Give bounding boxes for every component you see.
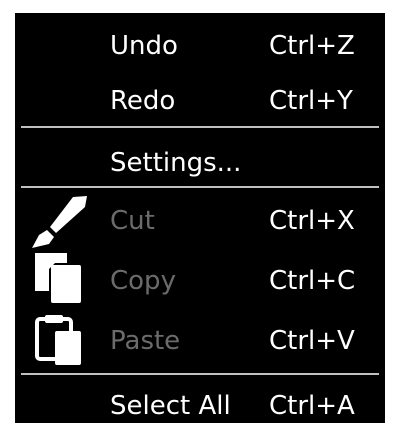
menu-item-undo[interactable]: Undo Ctrl+Z — [15, 18, 385, 74]
menu-item-label: Settings... — [110, 148, 242, 178]
menu-item-shortcut: Ctrl+C — [269, 266, 356, 296]
menu-item-shortcut: Ctrl+Z — [269, 31, 355, 61]
menu-item-shortcut: Ctrl+V — [269, 326, 355, 356]
copy-icon — [27, 253, 97, 309]
menu-item-shortcut: Ctrl+Y — [269, 86, 353, 116]
context-menu: Undo Ctrl+Z Redo Ctrl+Y Settings... Cut … — [15, 13, 385, 423]
clipboard-icon — [27, 313, 97, 369]
menu-item-shortcut: Ctrl+A — [269, 391, 355, 421]
menu-item-label: Redo — [110, 86, 176, 116]
menu-item-cut[interactable]: Cut Ctrl+X — [15, 193, 385, 249]
menu-item-label: Paste — [110, 326, 181, 356]
menu-item-redo[interactable]: Redo Ctrl+Y — [15, 73, 385, 129]
menu-item-paste[interactable]: Paste Ctrl+V — [15, 313, 385, 369]
menu-item-label: Undo — [110, 31, 178, 61]
menu-item-shortcut: Ctrl+X — [269, 206, 355, 236]
menu-item-label: Select All — [110, 391, 231, 421]
menu-item-label: Copy — [110, 266, 176, 296]
menu-item-copy[interactable]: Copy Ctrl+C — [15, 253, 385, 309]
menu-separator — [21, 373, 379, 375]
menu-separator — [21, 186, 379, 188]
menu-item-select-all[interactable]: Select All Ctrl+A — [15, 378, 385, 434]
menu-separator — [21, 126, 379, 128]
menu-item-settings[interactable]: Settings... — [15, 135, 385, 191]
menu-item-label: Cut — [110, 206, 155, 236]
brush-icon — [27, 193, 97, 249]
